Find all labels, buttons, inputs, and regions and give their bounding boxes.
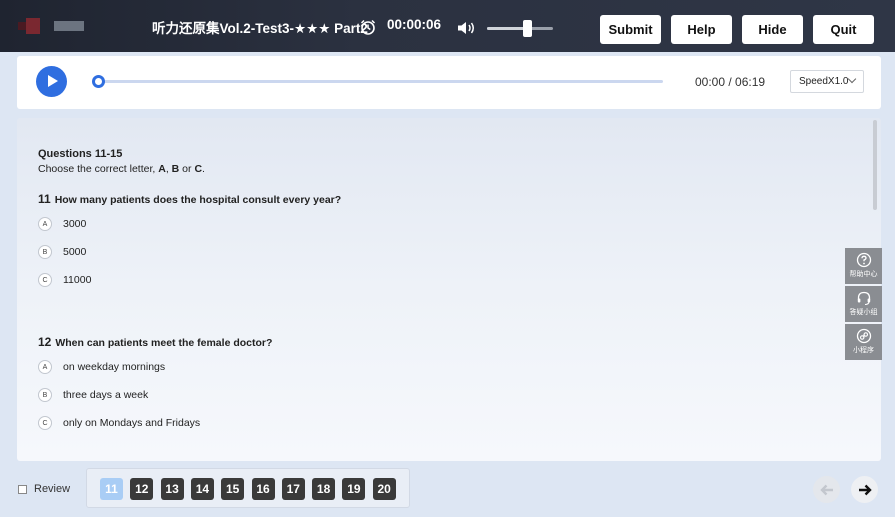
option-letter[interactable]: B (38, 388, 52, 402)
audio-player: 00:00 / 06:19 SpeedX1.0 (17, 56, 881, 109)
scrollbar[interactable] (873, 120, 877, 210)
help-button[interactable]: Help (671, 15, 732, 44)
option-text: only on Mondays and Fridays (63, 417, 201, 429)
option-text: 11000 (63, 274, 92, 286)
option-letter[interactable]: C (38, 416, 52, 430)
side-tool-label: 答疑小组 (849, 309, 878, 316)
play-button[interactable] (36, 66, 67, 97)
qa-group-tool[interactable]: 答疑小组 (845, 286, 882, 322)
volume-handle[interactable] (523, 20, 533, 37)
question-number: 11 (38, 192, 51, 206)
option-letter[interactable]: B (38, 245, 52, 259)
option-12-b[interactable]: Bthree days a week (38, 388, 148, 402)
audio-progress-bar[interactable] (92, 75, 663, 88)
top-bar: 听力还原集Vol.2-Test3-★★★ Part2 00:00:06 Subm… (0, 0, 895, 52)
quit-button[interactable]: Quit (813, 15, 874, 44)
question-panel: Questions 11-15 Choose the correct lette… (17, 118, 881, 461)
option-letter[interactable]: A (38, 360, 52, 374)
question-nav-18[interactable]: 18 (312, 478, 336, 500)
mini-program-icon (856, 328, 871, 344)
section-heading: Questions 11-15 (38, 148, 123, 160)
option-text: three days a week (63, 389, 149, 401)
speed-select[interactable]: SpeedX1.0 (790, 70, 864, 93)
volume-slider[interactable] (487, 20, 553, 37)
section-instruction: Choose the correct letter, A, B or C. (38, 163, 205, 175)
mini-program-tool[interactable]: 小程序 (845, 324, 882, 360)
review-checkbox[interactable] (18, 484, 27, 494)
question-nav-17[interactable]: 17 (281, 478, 305, 500)
side-tool-label: 小程序 (853, 347, 874, 354)
arrow-right-icon (858, 484, 872, 495)
submit-button[interactable]: Submit (600, 15, 661, 44)
help-center-tool[interactable]: 帮助中心 (845, 248, 882, 284)
headset-icon (857, 291, 870, 306)
question-nav-20[interactable]: 20 (372, 478, 396, 500)
question-12: 12 When can patients meet the female doct… (38, 335, 272, 349)
review-label: Review (34, 483, 71, 495)
question-text: How many patients does the hospital cons… (54, 194, 342, 206)
timer: 00:00:06 (387, 17, 442, 32)
review-toggle[interactable]: Review (18, 483, 70, 495)
play-icon (48, 75, 58, 87)
test-title: 听力还原集Vol.2-Test3-★★★ Part2 (152, 21, 368, 36)
speed-value: SpeedX1.0 (799, 76, 849, 87)
question-nav-11[interactable]: 11 (100, 478, 123, 500)
question-nav-15[interactable]: 15 (221, 478, 245, 500)
arrow-left-icon (819, 484, 833, 495)
option-11-a[interactable]: A 3000 (38, 217, 86, 231)
question-nav-14[interactable]: 14 (190, 478, 214, 500)
question-nav-12[interactable]: 12 (130, 478, 154, 500)
logo (18, 16, 98, 36)
question-navigator: 11 12 13 14 15 16 17 18 19 20 (86, 468, 410, 508)
side-tool-label: 帮助中心 (849, 271, 878, 278)
option-11-c[interactable]: C 11000 (38, 273, 91, 287)
option-text: 3000 (63, 218, 87, 230)
question-nav-16[interactable]: 16 (251, 478, 275, 500)
option-12-a[interactable]: Aon weekday mornings (38, 360, 165, 374)
option-text: on weekday mornings (63, 361, 166, 373)
question-text: When can patients meet the female doctor… (55, 337, 273, 349)
question-nav-13[interactable]: 13 (160, 478, 184, 500)
previous-button[interactable] (813, 476, 840, 503)
chevron-down-icon (847, 74, 857, 84)
hide-button[interactable]: Hide (742, 15, 803, 44)
volume-icon[interactable] (457, 21, 477, 35)
question-number: 12 (38, 335, 52, 349)
option-12-c[interactable]: Conly on Mondays and Fridays (38, 416, 200, 430)
option-letter[interactable]: A (38, 217, 52, 231)
next-button[interactable] (851, 476, 878, 503)
volume-fill (487, 27, 528, 30)
option-11-b[interactable]: B 5000 (38, 245, 86, 259)
audio-time: 00:00 / 06:19 (695, 75, 766, 89)
question-circle-icon (856, 252, 871, 268)
progress-handle[interactable] (92, 75, 105, 88)
question-11: 11 How many patients does the hospital co… (38, 192, 341, 206)
option-letter[interactable]: C (38, 273, 52, 287)
question-nav-19[interactable]: 19 (342, 478, 366, 500)
alarm-clock-icon (360, 19, 376, 35)
option-text: 5000 (63, 246, 87, 258)
